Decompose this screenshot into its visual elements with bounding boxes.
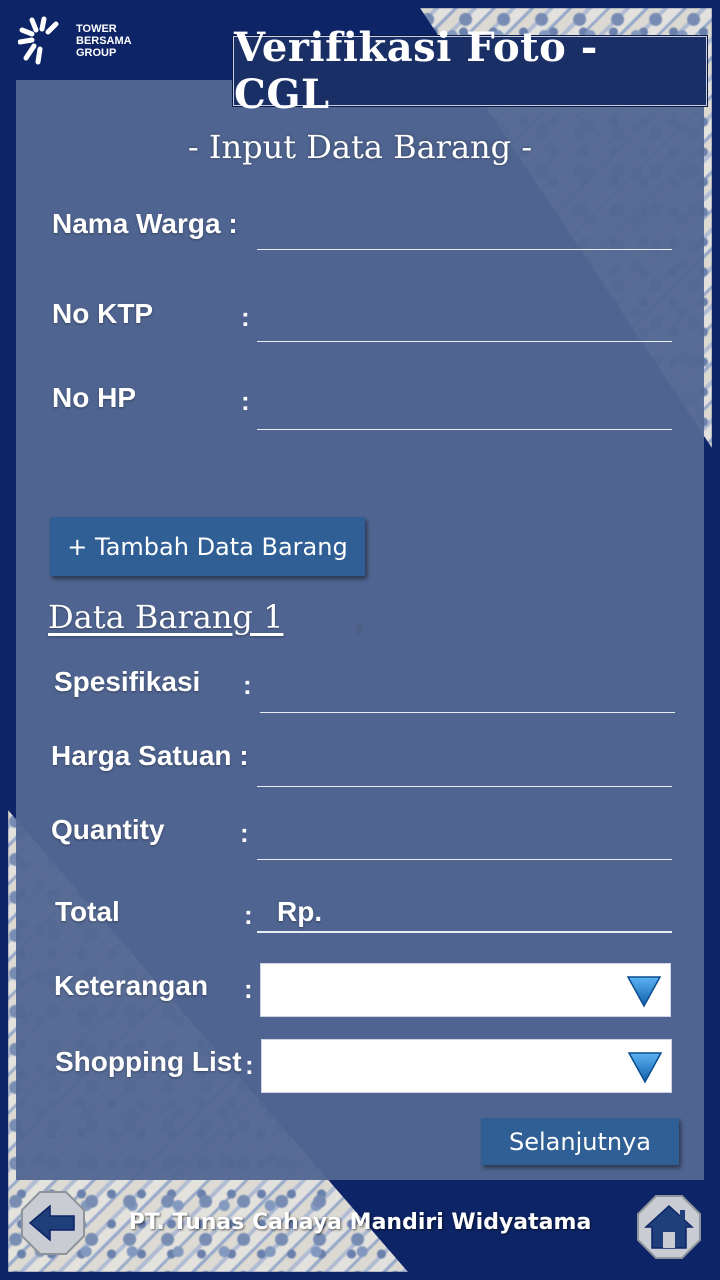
quantity-input[interactable] [257, 826, 672, 860]
shopping-list-label: Shopping List [55, 1046, 242, 1077]
nama-warga-label: Nama Warga : [52, 208, 238, 240]
no-ktp-input[interactable] [257, 308, 672, 342]
triangle-down-icon [627, 1052, 663, 1084]
spesifikasi-label: Spesifikasi [54, 666, 201, 697]
harga-satuan-label-text: Harga Satuan [51, 740, 232, 771]
logo-burst-icon [18, 16, 59, 65]
nama-warga-label-text: Nama Warga [52, 208, 221, 239]
company-name: PT. Tunas Cahaya Mandiri Widyatama [128, 1210, 592, 1235]
home-button[interactable] [636, 1194, 702, 1260]
keterangan-dropdown[interactable] [260, 963, 671, 1017]
dot-divider [356, 624, 362, 634]
keterangan-colon: : [244, 974, 253, 1004]
no-hp-input[interactable] [257, 396, 672, 430]
no-ktp-colon: : [241, 302, 250, 332]
triangle-down-icon [626, 976, 662, 1008]
keterangan-label: Keterangan [54, 970, 209, 1001]
spesifikasi-colon: : [243, 670, 252, 700]
harga-satuan-input[interactable] [257, 753, 672, 787]
no-hp-label: No HP [52, 382, 136, 413]
logo-text: TOWER BERSAMA GROUP [76, 23, 132, 59]
page-title-box: Verifikasi Foto - CGL [233, 24, 707, 118]
shopping-list-dropdown[interactable] [261, 1039, 672, 1093]
no-ktp-label: No KTP [52, 298, 154, 329]
page-title: Verifikasi Foto - CGL [234, 24, 598, 118]
harga-satuan-label: Harga Satuan : [51, 740, 249, 772]
tower-bersama-logo: TOWER BERSAMA GROUP [18, 16, 132, 66]
quantity-label: Quantity [51, 814, 165, 845]
total-colon: : [244, 900, 253, 930]
next-button[interactable]: Selanjutnya [481, 1118, 679, 1165]
harga-satuan-colon: : [239, 740, 249, 771]
item-section-title: Data Barang 1 [48, 598, 284, 636]
logo-line-3: GROUP [76, 47, 117, 59]
nama-warga-colon: : [228, 208, 238, 239]
shopping-list-colon: : [245, 1050, 254, 1080]
page-subtitle: - Input Data Barang - [187, 128, 533, 166]
total-label: Total [55, 896, 120, 927]
no-hp-colon: : [241, 386, 250, 416]
total-value: Rp. [277, 896, 323, 927]
logo-line-1: TOWER [76, 23, 117, 35]
logo-line-2: BERSAMA [76, 35, 132, 47]
spesifikasi-input[interactable] [260, 679, 675, 713]
add-item-button[interactable]: + Tambah Data Barang [50, 517, 365, 576]
quantity-colon: : [240, 818, 249, 848]
total-underline [257, 931, 672, 933]
nama-warga-input[interactable] [257, 216, 672, 250]
